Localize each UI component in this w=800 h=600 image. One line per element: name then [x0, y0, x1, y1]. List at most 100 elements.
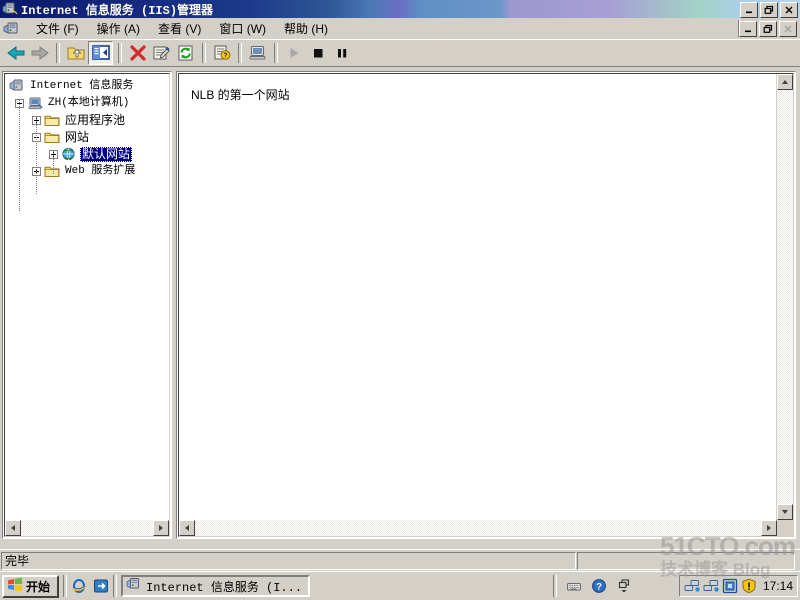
help-question-icon[interactable]: ? [591, 578, 607, 594]
tree-line [36, 117, 37, 195]
forward-icon[interactable] [28, 42, 51, 64]
tree-node-label: 网站 [65, 130, 90, 144]
iis-manager-window: Internet 信息服务 (IIS)管理器 文件 (F) 操作 (A) 查看 … [0, 0, 800, 600]
scroll-right-button[interactable] [153, 520, 169, 536]
tree-view[interactable]: Internet 信息服务 ZH(本地计算机) 应用程序池 网站 默认网站 We… [7, 78, 169, 212]
internet-explorer-icon[interactable] [71, 578, 87, 594]
window-list-icon[interactable] [616, 578, 632, 594]
details-vertical-scrollbar[interactable] [776, 74, 793, 520]
details-horizontal-scrollbar[interactable] [179, 520, 777, 536]
keyboard-layout-icon[interactable] [566, 578, 582, 594]
security-warning-icon[interactable] [741, 578, 757, 594]
folder-icon [44, 113, 60, 128]
console-tree[interactable]: Internet 信息服务 ZH(本地计算机) 应用程序池 网站 默认网站 We… [4, 73, 170, 537]
window-controls[interactable] [740, 2, 798, 18]
client-area: Internet 信息服务 ZH(本地计算机) 应用程序池 网站 默认网站 We… [0, 67, 800, 547]
menu-bar[interactable]: 文件 (F) 操作 (A) 查看 (V) 窗口 (W) 帮助 (H) [0, 18, 800, 40]
network-connection-icon[interactable] [684, 578, 700, 594]
toolbar-separator [56, 43, 60, 63]
taskbar-separator [63, 575, 68, 597]
computer-icon [27, 96, 43, 111]
toolbar-separator-2 [118, 43, 122, 63]
taskbar-button-iis[interactable]: Internet 信息服务 (I... [121, 575, 311, 597]
scroll-left-button[interactable] [5, 520, 21, 536]
folder-icon [44, 130, 60, 145]
tree-node-label: 默认网站 [80, 147, 133, 162]
details-content: NLB 的第一个网站 [179, 74, 777, 520]
network-connection-2-icon[interactable] [703, 578, 719, 594]
tree-line [19, 100, 20, 212]
stop-icon[interactable] [306, 42, 329, 64]
computer-icon[interactable] [246, 42, 269, 64]
mdi-window-controls[interactable] [739, 21, 797, 37]
close-button[interactable] [780, 2, 798, 18]
refresh-icon[interactable] [174, 42, 197, 64]
svg-text:?: ? [223, 53, 227, 60]
play-icon[interactable] [282, 42, 305, 64]
tree-node-label: Web 服务扩展 [65, 165, 136, 177]
iis-server-icon [126, 577, 142, 595]
delete-icon[interactable] [126, 42, 149, 64]
tree-node-default-website[interactable]: 默认网站 [7, 146, 169, 163]
tree-node-websites[interactable]: 网站 [7, 129, 169, 146]
tree-node-app-pools[interactable]: 应用程序池 [7, 112, 169, 129]
minimize-button[interactable] [740, 2, 758, 18]
mdi-minimize-button[interactable] [739, 21, 757, 37]
scroll-left-button[interactable] [179, 520, 195, 536]
mdi-system-icon[interactable] [3, 21, 21, 37]
windows-flag-icon [7, 577, 23, 595]
details-pane[interactable]: NLB 的第一个网站 [176, 71, 796, 539]
menu-window[interactable]: 窗口 (W) [210, 18, 275, 39]
taskbar-separator-2 [113, 575, 118, 597]
title-bar[interactable]: Internet 信息服务 (IIS)管理器 [0, 0, 800, 18]
window-title: Internet 信息服务 (IIS)管理器 [21, 3, 214, 18]
tree-node-local-computer[interactable]: ZH(本地计算机) [7, 95, 169, 112]
mdi-close-button[interactable] [779, 21, 797, 37]
menu-help[interactable]: 帮助 (H) [275, 18, 337, 39]
start-button-label: 开始 [26, 579, 51, 594]
quick-launch-bar[interactable] [71, 578, 109, 594]
toolbar[interactable]: ? [0, 39, 800, 67]
website-description-text: NLB 的第一个网站 [191, 88, 290, 102]
status-secondary [577, 551, 795, 570]
show-tree-icon[interactable] [88, 41, 113, 65]
network-bridge-icon[interactable] [722, 578, 738, 594]
menu-file[interactable]: 文件 (F) [27, 18, 88, 39]
pause-icon[interactable] [330, 42, 353, 64]
details-view[interactable]: NLB 的第一个网站 [178, 73, 794, 537]
scroll-right-button[interactable] [761, 520, 777, 536]
toolbar-separator-3 [202, 43, 206, 63]
toolbar-separator-5 [274, 43, 278, 63]
folder-icon [44, 164, 60, 179]
show-desktop-icon[interactable] [93, 578, 109, 594]
back-icon[interactable] [4, 42, 27, 64]
status-bar: 完毕 [0, 549, 800, 571]
tree-node-iis-root[interactable]: Internet 信息服务 [7, 78, 169, 95]
menu-action[interactable]: 操作 (A) [88, 18, 149, 39]
taskbar-button-label: Internet 信息服务 (I... [146, 580, 303, 595]
tree-horizontal-scrollbar[interactable] [5, 520, 169, 536]
properties-icon[interactable] [150, 42, 173, 64]
taskbar[interactable]: 开始 Internet 信息服务 (I... ? 17:14 [0, 571, 800, 600]
tree-node-label: ZH(本地计算机) [48, 97, 130, 109]
scroll-down-button[interactable] [777, 504, 793, 520]
tree-node-web-service-extensions[interactable]: Web 服务扩展 [7, 163, 169, 180]
taskbar-separator-3 [553, 575, 557, 597]
toolbar-separator-4 [238, 43, 242, 63]
restore-button[interactable] [760, 2, 778, 18]
console-tree-pane[interactable]: Internet 信息服务 ZH(本地计算机) 应用程序池 网站 默认网站 We… [2, 71, 172, 539]
menu-view[interactable]: 查看 (V) [149, 18, 210, 39]
status-message: 完毕 [1, 551, 576, 570]
system-tray[interactable]: 17:14 [678, 575, 798, 597]
scroll-up-button[interactable] [777, 74, 793, 90]
tray-misc-icons[interactable]: ? [553, 575, 632, 597]
help-icon[interactable]: ? [210, 42, 233, 64]
mdi-restore-button[interactable] [759, 21, 777, 37]
tree-line [53, 151, 54, 175]
globe-icon [61, 147, 77, 162]
up-folder-icon[interactable] [64, 42, 87, 64]
iis-root-icon [9, 79, 25, 94]
iis-server-icon [2, 2, 18, 16]
tray-clock[interactable]: 17:14 [763, 579, 793, 593]
start-button[interactable]: 开始 [2, 574, 60, 598]
